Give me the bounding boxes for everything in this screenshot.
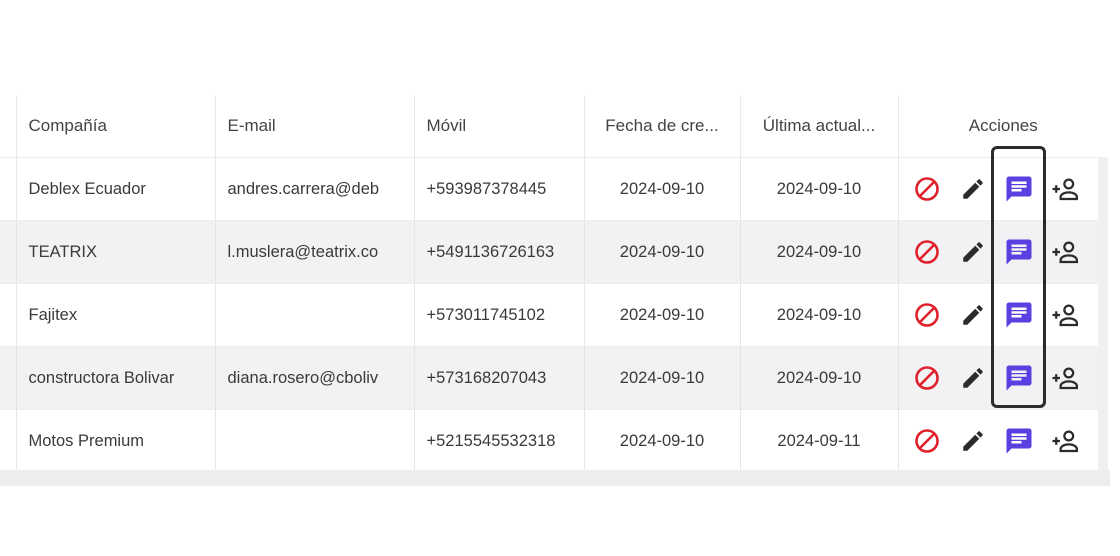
cell-updated-date: 2024-09-11 [740, 409, 899, 472]
header-spacer [0, 95, 17, 158]
message-icon [1006, 176, 1031, 202]
block-button[interactable] [911, 362, 943, 394]
block-button[interactable] [911, 299, 943, 331]
cell-actions [898, 409, 1109, 472]
header-created-date[interactable]: Fecha de cre... [584, 95, 741, 158]
cell-created-date: 2024-09-10 [584, 157, 741, 221]
header-mobile[interactable]: Móvil [414, 95, 585, 158]
table-header-row: Compañía E-mail Móvil Fecha de cre... Úl… [0, 95, 1108, 158]
message-button[interactable] [1003, 425, 1035, 457]
actions-group [911, 299, 1109, 331]
cell-actions [898, 220, 1109, 284]
cell-actions [898, 157, 1109, 221]
edit-button[interactable] [957, 299, 989, 331]
pencil-icon [962, 242, 983, 262]
cell-actions [898, 283, 1109, 347]
cell-mobile: +5215545532318 [414, 409, 585, 472]
message-icon [1006, 302, 1031, 328]
edit-button[interactable] [957, 173, 989, 205]
cell-mobile: +573168207043 [414, 346, 585, 410]
block-button[interactable] [911, 425, 943, 457]
cell-updated-date: 2024-09-10 [740, 157, 899, 221]
cell-email [215, 409, 415, 472]
header-email[interactable]: E-mail [215, 95, 415, 158]
add-person-icon [1052, 430, 1078, 453]
add-user-button[interactable] [1049, 362, 1081, 394]
actions-group [911, 236, 1109, 268]
cell-updated-date: 2024-09-10 [740, 346, 899, 410]
cell-mobile: +593987378445 [414, 157, 585, 221]
block-icon [914, 429, 939, 453]
add-person-icon [1052, 241, 1078, 264]
add-person-icon [1052, 178, 1078, 201]
cell-created-date: 2024-09-10 [584, 220, 741, 284]
cell-email [215, 283, 415, 347]
cell-created-date: 2024-09-10 [584, 346, 741, 410]
edit-button[interactable] [957, 362, 989, 394]
message-icon [1006, 428, 1031, 454]
pencil-icon [962, 179, 983, 199]
cell-updated-date: 2024-09-10 [740, 220, 899, 284]
block-button[interactable] [911, 173, 943, 205]
contacts-table-wrapper: Compañía E-mail Móvil Fecha de cre... Úl… [0, 95, 1120, 472]
table-row[interactable]: constructora Bolivar diana.rosero@cboliv… [0, 346, 1109, 410]
message-icon [1006, 365, 1031, 391]
pencil-icon [962, 431, 983, 451]
table-scrollbar-track[interactable] [1098, 157, 1108, 470]
block-icon [914, 366, 939, 390]
cell-email: andres.carrera@deb [215, 157, 415, 221]
cell-company: Motos Premium [16, 409, 216, 472]
block-icon [914, 240, 939, 264]
cell-email: l.muslera@teatrix.co [215, 220, 415, 284]
table-row[interactable]: TEATRIX l.muslera@teatrix.co +5491136726… [0, 220, 1109, 284]
actions-group [911, 173, 1109, 205]
message-button[interactable] [1003, 173, 1035, 205]
header-company[interactable]: Compañía [16, 95, 216, 158]
cell-actions [898, 346, 1109, 410]
message-button[interactable] [1003, 362, 1035, 394]
table-row[interactable]: Motos Premium +5215545532318 2024-09-10 … [0, 409, 1109, 472]
row-spacer [0, 157, 17, 221]
block-icon [914, 177, 939, 201]
cell-email: diana.rosero@cboliv [215, 346, 415, 410]
add-person-icon [1052, 304, 1078, 327]
header-updated-date[interactable]: Última actual... [740, 95, 899, 158]
add-person-icon [1052, 367, 1078, 390]
block-button[interactable] [911, 236, 943, 268]
row-spacer [0, 220, 17, 284]
edit-button[interactable] [957, 236, 989, 268]
actions-group [911, 425, 1109, 457]
row-spacer [0, 346, 17, 410]
header-actions: Acciones [968, 116, 1038, 135]
table-row[interactable]: Fajitex +573011745102 2024-09-10 2024-09… [0, 283, 1109, 347]
message-button[interactable] [1003, 236, 1035, 268]
actions-group [911, 362, 1109, 394]
pencil-icon [962, 368, 983, 388]
add-user-button[interactable] [1049, 425, 1081, 457]
pencil-icon [962, 305, 983, 325]
cell-company: Fajitex [16, 283, 216, 347]
cell-mobile: +5491136726163 [414, 220, 585, 284]
cell-company: Deblex Ecuador [16, 157, 216, 221]
cell-mobile: +573011745102 [414, 283, 585, 347]
cell-company: constructora Bolivar [16, 346, 216, 410]
cell-created-date: 2024-09-10 [584, 283, 741, 347]
cell-created-date: 2024-09-10 [584, 409, 741, 472]
edit-button[interactable] [957, 425, 989, 457]
add-user-button[interactable] [1049, 299, 1081, 331]
contacts-table: Compañía E-mail Móvil Fecha de cre... Úl… [0, 95, 1108, 472]
cell-company: TEATRIX [16, 220, 216, 284]
table-footer-bar [0, 470, 1110, 486]
add-user-button[interactable] [1049, 173, 1081, 205]
message-icon [1006, 239, 1031, 265]
block-icon [914, 303, 939, 327]
message-button[interactable] [1003, 299, 1035, 331]
row-spacer [0, 283, 17, 347]
row-spacer [0, 409, 17, 472]
add-user-button[interactable] [1049, 236, 1081, 268]
cell-updated-date: 2024-09-10 [740, 283, 899, 347]
table-row[interactable]: Deblex Ecuador andres.carrera@deb +59398… [0, 157, 1109, 221]
